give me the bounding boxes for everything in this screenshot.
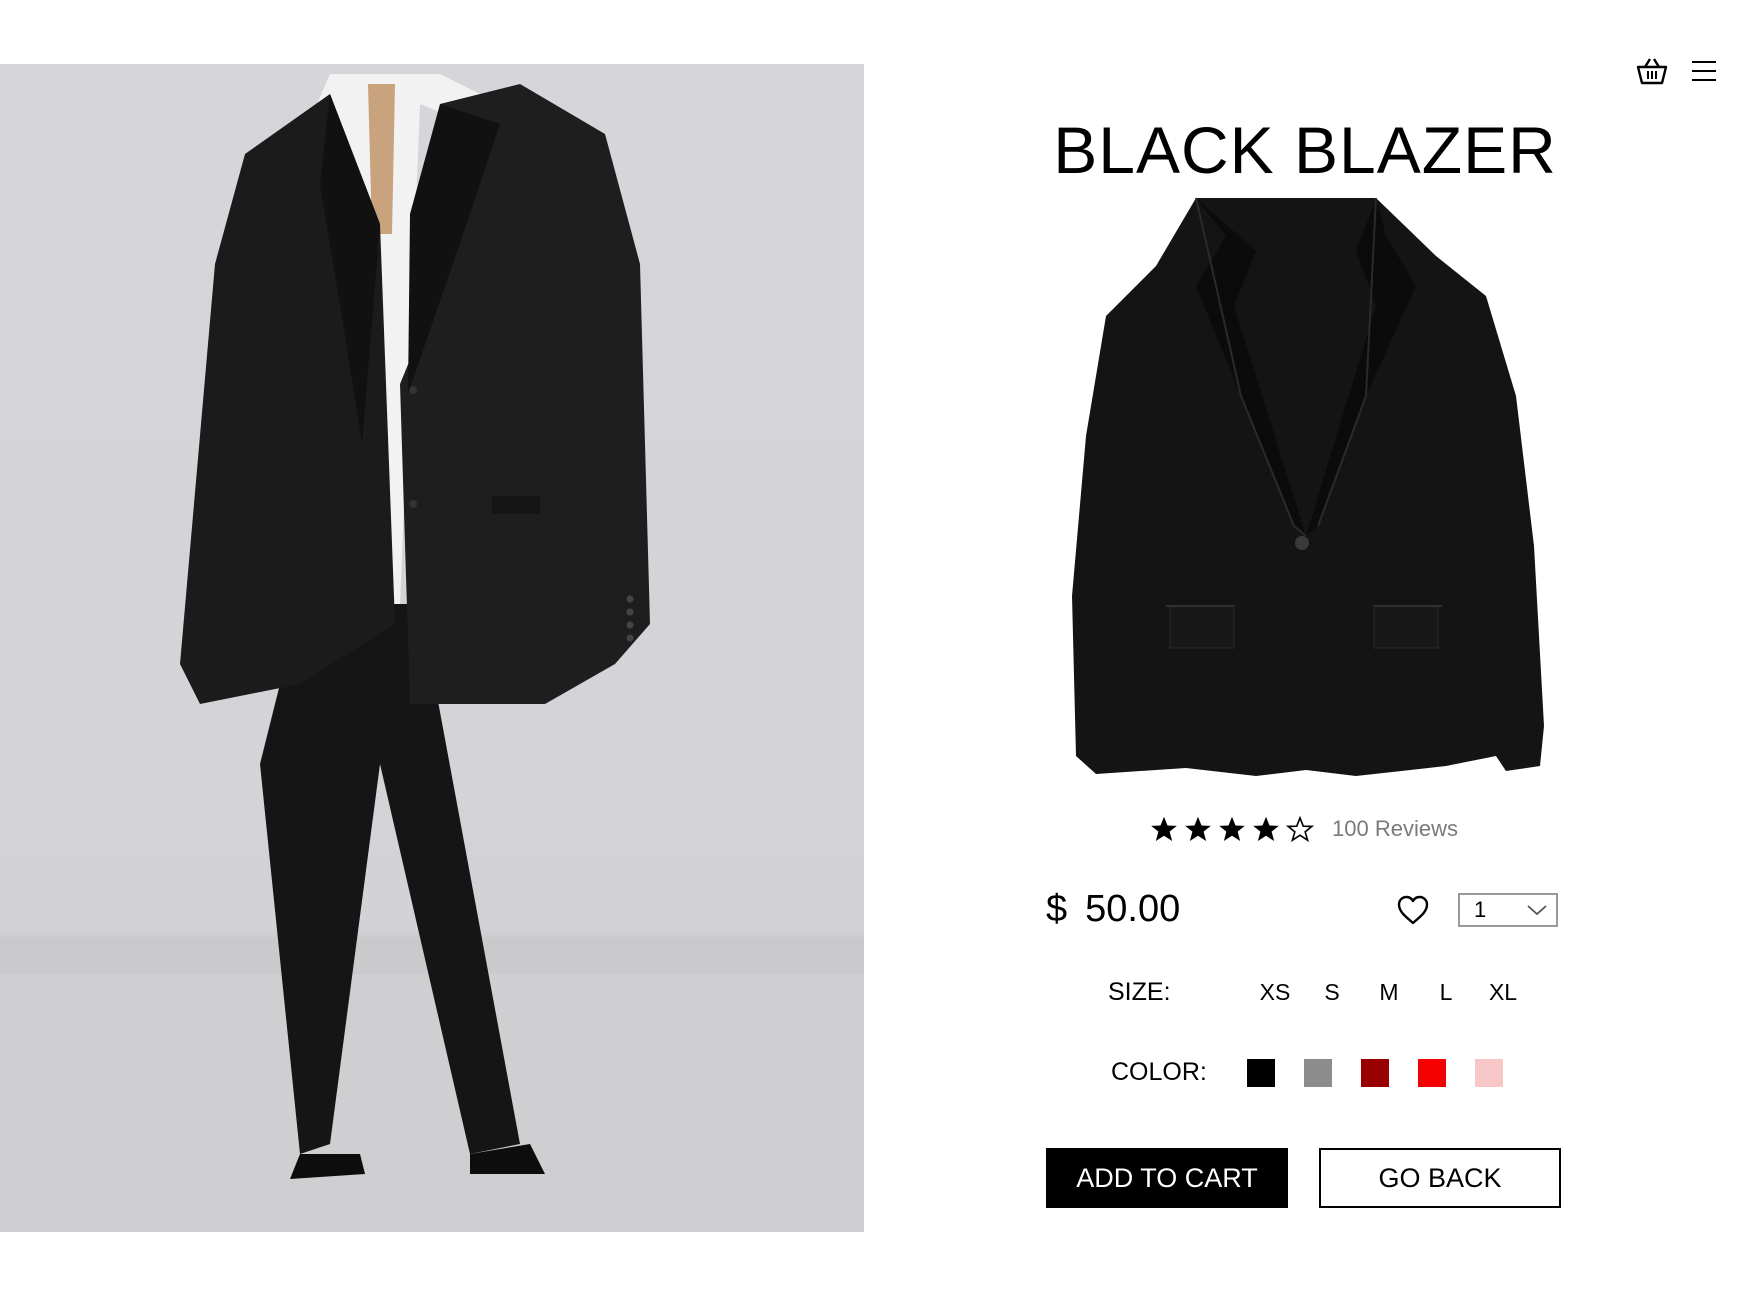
star-outline-icon xyxy=(1286,815,1314,843)
color-swatch-red[interactable] xyxy=(1417,1058,1446,1087)
star-icon xyxy=(1219,816,1245,842)
model-photo xyxy=(0,64,864,1232)
cart-button[interactable] xyxy=(1635,54,1669,88)
add-to-cart-button[interactable]: ADD TO CART xyxy=(1046,1148,1288,1208)
price-value: 50.00 xyxy=(1085,888,1181,930)
basket-icon xyxy=(1636,58,1668,85)
price-currency: $ xyxy=(1046,888,1068,930)
color-selector: COLOR: xyxy=(1111,1058,1503,1087)
color-swatches xyxy=(1246,1058,1503,1087)
size-option-m[interactable]: M xyxy=(1361,979,1418,1006)
product-title: BLACK BLAZER xyxy=(1053,113,1557,187)
size-option-l[interactable]: L xyxy=(1418,979,1475,1006)
quantity-value: 1 xyxy=(1474,897,1487,922)
size-option-xl[interactable]: XL xyxy=(1475,979,1532,1006)
rating-row: 100 Reviews xyxy=(1150,815,1458,843)
price: $ 50.00 xyxy=(1046,888,1180,931)
star-rating[interactable] xyxy=(1150,815,1314,843)
reviews-link[interactable]: 100 Reviews xyxy=(1332,816,1458,842)
size-options: XS S M L XL xyxy=(1247,979,1532,1006)
header-icons xyxy=(1635,54,1721,88)
color-label: COLOR: xyxy=(1111,1058,1207,1086)
star-icon xyxy=(1253,816,1279,842)
size-option-xs[interactable]: XS xyxy=(1247,979,1304,1006)
star-icon xyxy=(1151,816,1177,842)
quantity-select[interactable]: 1 xyxy=(1458,893,1558,927)
color-swatch-dark-red[interactable] xyxy=(1360,1058,1389,1087)
color-swatch-pink[interactable] xyxy=(1474,1058,1503,1087)
menu-button[interactable] xyxy=(1687,54,1721,88)
star-icon xyxy=(1185,816,1211,842)
hamburger-menu-icon xyxy=(1692,61,1716,81)
heart-icon[interactable] xyxy=(1395,892,1431,928)
chevron-down-icon xyxy=(1527,905,1547,916)
size-option-s[interactable]: S xyxy=(1304,979,1361,1006)
size-selector: SIZE: XS S M L XL xyxy=(1108,978,1532,1007)
size-label: SIZE: xyxy=(1108,978,1171,1006)
color-swatch-black[interactable] xyxy=(1246,1058,1275,1087)
product-image xyxy=(1072,197,1544,776)
model-illustration xyxy=(0,74,864,1232)
go-back-button[interactable]: GO BACK xyxy=(1319,1148,1561,1208)
color-swatch-gray[interactable] xyxy=(1303,1058,1332,1087)
